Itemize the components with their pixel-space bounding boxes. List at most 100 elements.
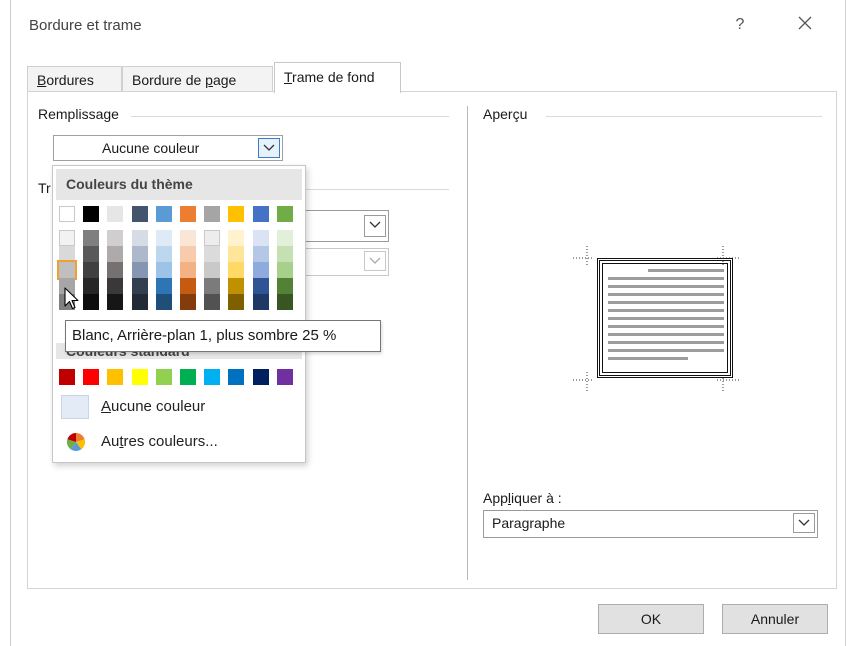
theme-color-swatch[interactable] xyxy=(156,262,172,278)
theme-color-swatch[interactable] xyxy=(204,206,220,222)
theme-color-swatch[interactable] xyxy=(57,260,77,280)
fill-color-dropdown[interactable]: Aucune couleur xyxy=(53,135,283,161)
theme-color-swatch[interactable] xyxy=(204,262,220,278)
theme-color-swatch[interactable] xyxy=(180,262,196,278)
theme-color-swatch[interactable] xyxy=(156,246,172,262)
label-text: iquer à : xyxy=(511,490,562,506)
theme-color-swatch[interactable] xyxy=(59,246,75,262)
theme-color-swatch[interactable] xyxy=(132,230,148,246)
standard-color-swatch[interactable] xyxy=(277,369,293,385)
no-color-item[interactable]: Aucune couleur xyxy=(57,392,301,422)
theme-color-swatch[interactable] xyxy=(180,294,196,310)
theme-color-swatch[interactable] xyxy=(277,230,293,246)
theme-color-swatch[interactable] xyxy=(156,206,172,222)
standard-color-swatch[interactable] xyxy=(204,369,220,385)
theme-color-swatch[interactable] xyxy=(132,206,148,222)
theme-color-swatch[interactable] xyxy=(228,246,244,262)
tab-label: rame de fond xyxy=(292,69,375,85)
theme-color-swatch[interactable] xyxy=(277,206,293,222)
theme-color-swatch[interactable] xyxy=(156,278,172,294)
tab-bordures[interactable]: Bordures xyxy=(27,66,122,92)
standard-color-swatch[interactable] xyxy=(83,369,99,385)
title-bar: Bordure et trame ? xyxy=(11,0,845,56)
theme-color-swatch[interactable] xyxy=(180,278,196,294)
pattern-style-arrow[interactable] xyxy=(364,215,386,237)
theme-color-swatch[interactable] xyxy=(228,294,244,310)
more-colors-item[interactable]: Autres couleurs... xyxy=(57,427,301,457)
theme-color-swatch[interactable] xyxy=(204,230,220,246)
theme-color-swatch[interactable] xyxy=(132,294,148,310)
chevron-down-icon xyxy=(263,144,275,151)
preview-line xyxy=(608,317,724,320)
preview-line xyxy=(608,301,724,304)
theme-colors-header: Couleurs du thème xyxy=(56,169,302,200)
theme-color-swatch[interactable] xyxy=(228,262,244,278)
standard-color-swatch[interactable] xyxy=(132,369,148,385)
theme-color-swatch[interactable] xyxy=(180,246,196,262)
theme-color-swatch[interactable] xyxy=(83,206,99,222)
theme-color-swatch[interactable] xyxy=(83,278,99,294)
standard-color-swatch[interactable] xyxy=(253,369,269,385)
vertical-separator xyxy=(467,106,468,580)
theme-color-swatch[interactable] xyxy=(204,246,220,262)
theme-color-swatch[interactable] xyxy=(132,262,148,278)
tab-label: age xyxy=(212,72,237,88)
tab-bordure-de-page[interactable]: Bordure de page xyxy=(122,66,273,92)
theme-color-swatch[interactable] xyxy=(180,206,196,222)
apply-to-arrow[interactable] xyxy=(793,513,815,533)
theme-color-swatch[interactable] xyxy=(156,294,172,310)
theme-color-swatch[interactable] xyxy=(107,262,123,278)
standard-color-swatch[interactable] xyxy=(107,369,123,385)
theme-color-swatch[interactable] xyxy=(132,246,148,262)
standard-color-swatch[interactable] xyxy=(228,369,244,385)
theme-color-swatch[interactable] xyxy=(253,294,269,310)
ok-button[interactable]: OK xyxy=(598,604,704,634)
tab-trame-de-fond[interactable]: Trame de fond xyxy=(274,62,401,93)
divider xyxy=(131,116,449,117)
theme-color-swatch[interactable] xyxy=(277,278,293,294)
theme-color-swatch[interactable] xyxy=(204,294,220,310)
theme-color-swatch[interactable] xyxy=(83,262,99,278)
theme-color-swatch[interactable] xyxy=(228,206,244,222)
help-button[interactable]: ? xyxy=(733,16,747,34)
apply-to-dropdown[interactable]: Paragraphe xyxy=(483,510,818,538)
theme-color-swatch[interactable] xyxy=(277,246,293,262)
theme-color-swatch[interactable] xyxy=(83,294,99,310)
theme-color-swatch[interactable] xyxy=(83,246,99,262)
standard-color-swatch[interactable] xyxy=(180,369,196,385)
theme-color-swatch[interactable] xyxy=(107,246,123,262)
fill-dropdown-arrow[interactable] xyxy=(258,138,280,158)
theme-color-swatch[interactable] xyxy=(204,278,220,294)
apply-to-label: Appliquer à : xyxy=(483,490,568,506)
theme-color-swatch[interactable] xyxy=(228,278,244,294)
theme-color-swatch[interactable] xyxy=(132,278,148,294)
theme-color-swatch[interactable] xyxy=(107,278,123,294)
color-wheel-icon xyxy=(66,432,86,452)
theme-color-swatch[interactable] xyxy=(253,230,269,246)
theme-color-swatch[interactable] xyxy=(253,262,269,278)
preview-line xyxy=(608,349,724,352)
standard-color-swatch[interactable] xyxy=(156,369,172,385)
theme-color-swatch[interactable] xyxy=(253,246,269,262)
close-button[interactable] xyxy=(794,12,816,34)
color-tooltip: Blanc, Arrière-plan 1, plus sombre 25 % xyxy=(65,320,381,352)
theme-color-swatch[interactable] xyxy=(253,206,269,222)
no-color-label: Aucune couleur xyxy=(101,398,205,415)
theme-color-swatch[interactable] xyxy=(228,230,244,246)
theme-color-swatch[interactable] xyxy=(59,206,75,222)
theme-color-swatch[interactable] xyxy=(107,294,123,310)
theme-color-swatch[interactable] xyxy=(277,294,293,310)
theme-color-swatch[interactable] xyxy=(59,230,75,246)
theme-color-swatch[interactable] xyxy=(83,230,99,246)
theme-color-swatch[interactable] xyxy=(156,230,172,246)
theme-color-swatch[interactable] xyxy=(107,206,123,222)
chevron-down-icon xyxy=(369,257,381,264)
preview-line xyxy=(608,333,724,336)
cancel-button[interactable]: Annuler xyxy=(722,604,828,634)
theme-color-swatch[interactable] xyxy=(180,230,196,246)
standard-color-swatch[interactable] xyxy=(59,369,75,385)
theme-color-swatch[interactable] xyxy=(253,278,269,294)
theme-color-swatch[interactable] xyxy=(107,230,123,246)
pattern-color-arrow[interactable] xyxy=(364,251,386,271)
theme-color-swatch[interactable] xyxy=(277,262,293,278)
